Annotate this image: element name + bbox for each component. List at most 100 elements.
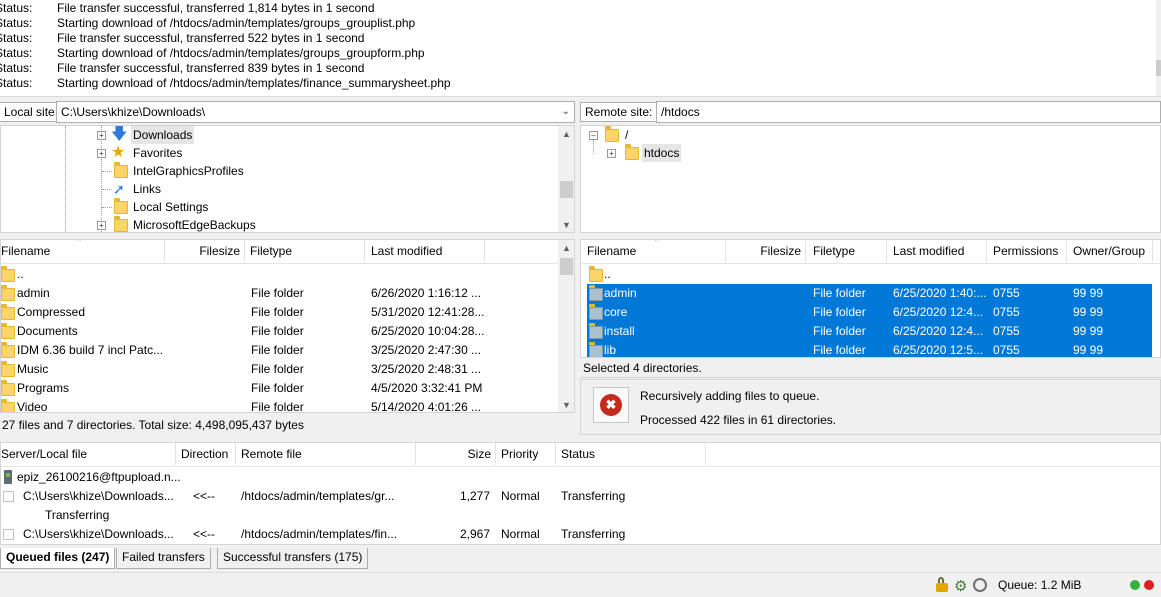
- file-owner-group: 99 99: [1073, 343, 1104, 357]
- column-header-direction[interactable]: Direction: [176, 443, 236, 465]
- local-file-row[interactable]: Programs File folder 4/5/2020 3:32:41 PM: [1, 379, 558, 398]
- tree-item-intelgraphicsprofiles[interactable]: IntelGraphicsProfiles: [96, 162, 556, 180]
- chevron-down-icon[interactable]: ⌄: [562, 102, 570, 122]
- file-modified: 4/5/2020 3:32:41 PM: [371, 381, 483, 395]
- file-modified: 6/26/2020 1:16:12 ...: [371, 286, 482, 300]
- message-log[interactable]: Status:File transfer successful, transfe…: [0, 0, 1161, 97]
- queue-priority: Normal: [501, 527, 540, 541]
- local-file-row[interactable]: IDM 6.36 build 7 incl Patc... File folder…: [1, 341, 558, 360]
- file-name: Video: [17, 400, 48, 413]
- tree-item-label: Downloads: [131, 126, 195, 144]
- log-scrollbar[interactable]: [1156, 0, 1161, 96]
- collapse-icon[interactable]: –: [589, 131, 598, 140]
- file-icon: [3, 491, 14, 502]
- folder-icon: [1, 323, 15, 339]
- column-header-filesize[interactable]: Filesize: [726, 240, 806, 262]
- transfer-queue-list[interactable]: Server/Local file Direction Remote file …: [0, 442, 1161, 545]
- tree-item-root[interactable]: – /: [589, 126, 889, 144]
- local-list-header: Filename ⌃ Filesize Filetype Last modifi…: [1, 240, 558, 264]
- local-file-row[interactable]: Compressed File folder 5/31/2020 12:41:28.…: [1, 303, 558, 322]
- folder-icon: [589, 285, 603, 301]
- tab-failed-transfers[interactable]: Failed transfers: [116, 548, 211, 569]
- column-header-filetype[interactable]: Filetype: [246, 240, 365, 262]
- local-file-list[interactable]: Filename ⌃ Filesize Filetype Last modifi…: [0, 239, 575, 413]
- remote-path-combobox[interactable]: /htdocs: [656, 101, 1161, 123]
- stop-button[interactable]: ✖: [593, 387, 629, 423]
- scroll-up-icon[interactable]: ▲: [558, 126, 574, 143]
- tree-item-downloads[interactable]: + 🡇 Downloads: [96, 126, 556, 144]
- folder-icon: [114, 198, 128, 214]
- queue-remote-file: /htdocs/admin/templates/fin...: [241, 527, 398, 541]
- remote-file-row[interactable]: install File folder 6/25/2020 12:4... 0755 9…: [587, 322, 1152, 341]
- remote-file-row[interactable]: core File folder 6/25/2020 12:4... 0755 99 9…: [587, 303, 1152, 322]
- queue-row[interactable]: C:\Users\khize\Downloads... <<-- /htdocs…: [1, 487, 1160, 506]
- column-header-permissions[interactable]: Permissions: [987, 240, 1067, 262]
- local-file-row[interactable]: Documents File folder 6/25/2020 10:04:28..…: [1, 322, 558, 341]
- file-type: File folder: [251, 400, 304, 413]
- column-header-owner-group[interactable]: Owner/Group: [1067, 240, 1153, 262]
- remote-site-label: Remote site:: [580, 102, 658, 122]
- file-icon: [3, 529, 14, 540]
- local-tree-scrollbar[interactable]: ▲ ▼: [558, 126, 574, 232]
- column-header-status[interactable]: Status: [556, 443, 706, 465]
- column-header-last-modified[interactable]: Last modified: [887, 240, 987, 262]
- file-modified: 5/31/2020 12:41:28...: [371, 305, 485, 319]
- queue-row[interactable]: C:\Users\khize\Downloads... <<-- /htdocs…: [1, 525, 1160, 544]
- column-header-size[interactable]: Size: [416, 443, 496, 465]
- gear-icon[interactable]: ⚙: [954, 577, 967, 595]
- column-header-priority[interactable]: Priority: [496, 443, 556, 465]
- column-header-server-local-file[interactable]: Server/Local file: [1, 443, 176, 465]
- queue-status: Transferring: [561, 489, 626, 503]
- local-file-row[interactable]: admin File folder 6/26/2020 1:16:12 ...: [1, 284, 558, 303]
- expand-icon[interactable]: +: [97, 149, 106, 158]
- expand-icon[interactable]: +: [97, 131, 106, 140]
- queue-row-progress-text: Transferring: [45, 508, 110, 522]
- local-file-row[interactable]: Video File folder 5/14/2020 4:01:26 ...: [1, 398, 558, 413]
- remote-file-list[interactable]: Filename ⌃ Filesize Filetype Last modifi…: [580, 239, 1161, 358]
- status-led-green-icon: [1130, 580, 1140, 590]
- log-scroll-thumb[interactable]: [1156, 60, 1161, 76]
- local-file-row[interactable]: Music File folder 3/25/2020 2:48:31 ...: [1, 360, 558, 379]
- scroll-down-icon[interactable]: ▼: [558, 397, 574, 412]
- lock-icon[interactable]: [936, 577, 948, 592]
- column-header-filesize[interactable]: Filesize: [165, 240, 245, 262]
- tree-item-label: /: [625, 128, 629, 142]
- file-owner-group: 99 99: [1073, 324, 1104, 338]
- tree-item-local-settings[interactable]: Local Settings: [96, 198, 556, 216]
- speed-limit-icon[interactable]: [973, 578, 987, 592]
- tree-item-label: MicrosoftEdgeBackups: [133, 218, 256, 232]
- file-name: Compressed: [17, 305, 86, 319]
- local-directory-tree[interactable]: + 🡇 Downloads + ★ Favorites IntelGraphic…: [0, 125, 575, 233]
- file-permissions: 0755: [993, 305, 1020, 319]
- scroll-up-icon[interactable]: ▲: [558, 240, 574, 257]
- queue-server-row[interactable]: epiz_26100216@ftpupload.n...: [1, 468, 601, 487]
- scroll-thumb[interactable]: [560, 258, 573, 275]
- remote-file-row[interactable]: admin File folder 6/25/2020 1:40:... 0755 99…: [587, 284, 1152, 303]
- column-header-last-modified[interactable]: Last modified: [365, 240, 485, 262]
- download-arrow-icon: 🡇: [111, 126, 128, 143]
- column-header-filetype[interactable]: Filetype: [807, 240, 887, 262]
- scroll-thumb[interactable]: [560, 181, 573, 198]
- tab-queued-files[interactable]: Queued files (247): [0, 548, 116, 569]
- tree-item-links[interactable]: ➚ Links: [96, 180, 556, 198]
- local-list-scrollbar[interactable]: ▲ ▼: [558, 240, 574, 412]
- local-file-row[interactable]: ..: [1, 265, 558, 284]
- sort-caret-icon: ⌃: [653, 239, 661, 247]
- local-path-combobox[interactable]: C:\Users\khize\Downloads\ ⌄: [56, 101, 575, 123]
- remote-file-row[interactable]: ..: [587, 265, 1152, 284]
- remote-file-row[interactable]: lib File folder 6/25/2020 12:5... 0755 99 99: [587, 341, 1152, 357]
- scroll-down-icon[interactable]: ▼: [558, 217, 574, 232]
- tree-item-microsoftedgebackups[interactable]: + MicrosoftEdgeBackups: [96, 216, 556, 232]
- queue-progress-notice: ✖ Recursively adding files to queue. Pro…: [580, 379, 1161, 435]
- expand-icon[interactable]: +: [97, 221, 106, 230]
- local-site-label: Local site:: [0, 102, 64, 122]
- expand-icon[interactable]: +: [607, 149, 616, 158]
- column-header-remote-file[interactable]: Remote file: [236, 443, 416, 465]
- column-header-filename[interactable]: Filename: [1, 240, 165, 262]
- local-status-text: 27 files and 7 directories. Total size: …: [2, 418, 304, 432]
- remote-directory-tree[interactable]: – / + htdocs: [580, 125, 1161, 233]
- tree-item-favorites[interactable]: + ★ Favorites: [96, 144, 556, 162]
- queue-status: Transferring: [561, 527, 626, 541]
- tab-successful-transfers[interactable]: Successful transfers (175): [217, 548, 369, 569]
- tree-item-htdocs[interactable]: + htdocs: [607, 144, 907, 162]
